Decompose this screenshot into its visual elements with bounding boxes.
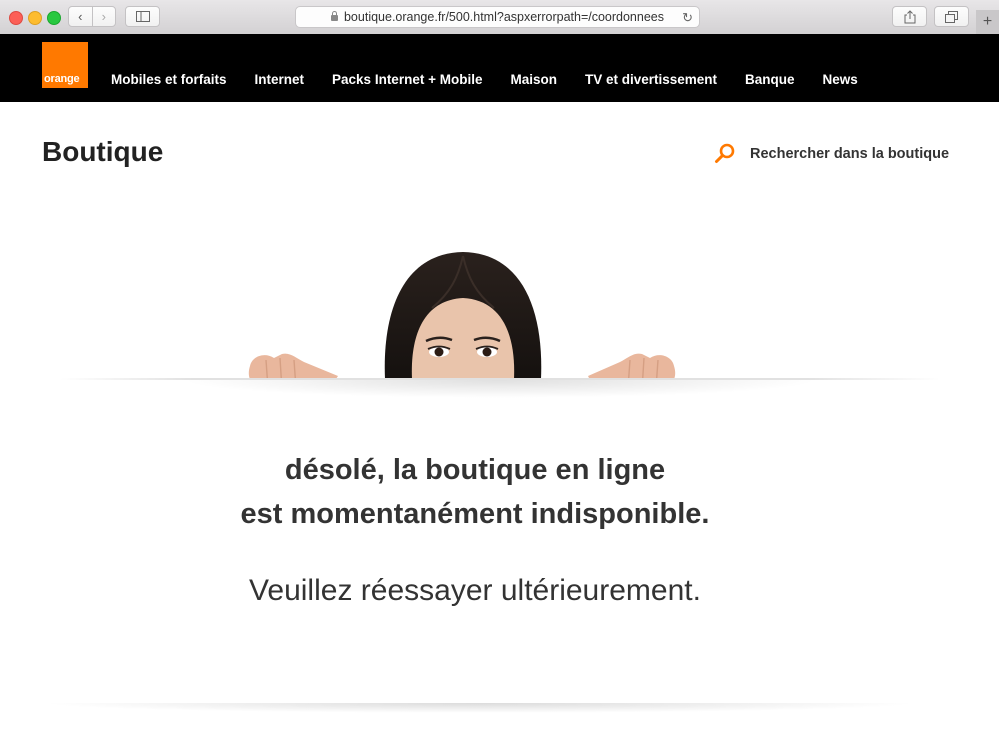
sidebar-icon: [135, 11, 150, 22]
history-navigation: ‹ ›: [68, 6, 116, 27]
nav-internet[interactable]: Internet: [255, 72, 305, 87]
orange-logo[interactable]: orange: [42, 42, 88, 88]
sheet-shadow: [180, 380, 820, 398]
nav-maison[interactable]: Maison: [510, 72, 557, 87]
share-icon: [904, 9, 915, 23]
close-window-button[interactable]: [9, 11, 23, 25]
error-message: désolé, la boutique en ligne est momenta…: [0, 448, 950, 536]
page-title: Boutique: [42, 136, 164, 167]
lock-icon: [330, 11, 338, 21]
nav-banque[interactable]: Banque: [745, 72, 795, 87]
forward-button[interactable]: ›: [93, 7, 116, 26]
share-button[interactable]: [892, 6, 927, 27]
search-icon: [715, 143, 735, 163]
address-bar[interactable]: boutique.orange.fr/500.html?aspxerrorpat…: [295, 6, 700, 28]
nav-tv[interactable]: TV et divertissement: [585, 72, 717, 87]
search-label: Rechercher dans la boutique: [750, 146, 950, 162]
tabs-icon: [945, 10, 958, 23]
browser-titlebar: ‹ › boutique.orange.fr/500.html?aspxerro…: [0, 0, 999, 35]
nav-mobiles[interactable]: Mobiles et forfaits: [111, 72, 227, 87]
new-tab-button[interactable]: +: [976, 10, 999, 34]
retry-message: Veuillez réessayer ultérieurement.: [249, 574, 701, 607]
nav-links: Mobiles et forfaits Internet Packs Inter…: [111, 72, 886, 87]
footer-divider: [40, 703, 920, 713]
zoom-window-button[interactable]: [47, 11, 61, 25]
url-text: boutique.orange.fr/500.html?aspxerrorpat…: [343, 10, 664, 24]
logo-text: orange: [44, 73, 80, 85]
main-navigation: orange Mobiles et forfaits Internet Pack…: [0, 34, 999, 102]
minimize-window-button[interactable]: [28, 11, 42, 25]
show-tabs-button[interactable]: [934, 6, 969, 27]
nav-news[interactable]: News: [823, 72, 858, 87]
nav-packs[interactable]: Packs Internet + Mobile: [332, 72, 482, 87]
back-button[interactable]: ‹: [69, 7, 93, 26]
error-illustration: [60, 248, 940, 418]
error-line-1: désolé, la boutique en ligne: [284, 454, 666, 486]
search-link[interactable]: Rechercher dans la boutique: [714, 143, 949, 165]
error-line-2: est momentanément indisponible.: [240, 498, 710, 530]
reload-icon[interactable]: ↻: [682, 10, 693, 26]
sidebar-toggle-button[interactable]: [125, 6, 160, 27]
